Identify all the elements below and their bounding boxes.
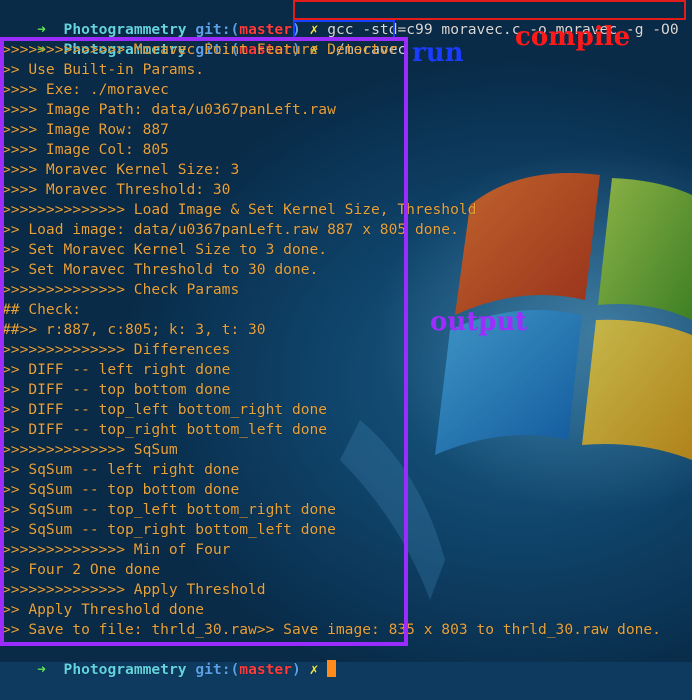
terminal-window[interactable]: ➜ Photogrammetry git:(master) ✗ gcc -std…	[0, 0, 692, 678]
prompt-branch: master	[239, 661, 292, 678]
prompt-arrow-icon: ➜	[37, 661, 46, 678]
run-annotation: run	[412, 38, 464, 68]
compile-highlight-box	[293, 0, 686, 20]
prompt-directory: Photogrammetry	[63, 661, 187, 678]
prompt-git-prefix: git:(	[195, 661, 240, 678]
prompt-git-suffix: )	[292, 661, 301, 678]
output-highlight-box	[0, 37, 408, 646]
compile-annotation: compile	[515, 22, 631, 52]
dirty-mark-icon: ✗	[309, 661, 319, 678]
terminal-cursor[interactable]	[327, 660, 337, 677]
output-annotation: output	[430, 307, 528, 337]
